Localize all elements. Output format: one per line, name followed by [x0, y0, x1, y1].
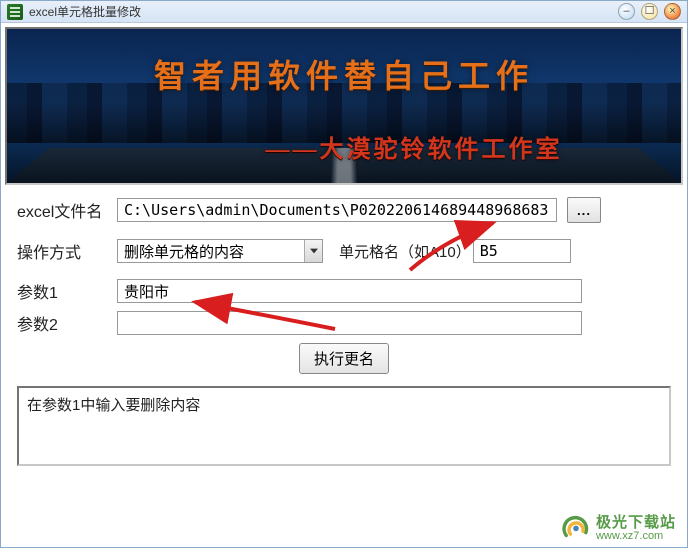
row-execute: 执行更名 [17, 343, 671, 374]
row-mode: 操作方式 删除单元格的内容 单元格名（如A10） [17, 239, 671, 263]
mode-combobox[interactable]: 删除单元格的内容 [117, 239, 323, 263]
titlebar: excel单元格批量修改 – ☐ × [1, 1, 687, 23]
row-param2: 参数2 [17, 311, 671, 335]
hint-text: 在参数1中输入要删除内容 [27, 397, 200, 414]
content-area: 智者用软件替自己工作 ——大漠驼铃软件工作室 excel文件名 ... 操作方式… [1, 23, 687, 547]
aurora-logo-icon [562, 513, 590, 541]
mode-label: 操作方式 [17, 239, 107, 263]
app-window: excel单元格批量修改 – ☐ × 智者用软件替自己工作 ——大漠驼铃软件工作… [0, 0, 688, 548]
watermark-text-block: 极光下载站 www.xz7.com [596, 511, 676, 542]
row-param1: 参数1 [17, 279, 671, 303]
minimize-button[interactable]: – [618, 3, 635, 20]
window-controls: – ☐ × [618, 3, 681, 20]
banner: 智者用软件替自己工作 ——大漠驼铃软件工作室 [5, 27, 683, 185]
close-button[interactable]: × [664, 3, 681, 20]
browse-button[interactable]: ... [567, 197, 601, 223]
watermark-name: 极光下载站 [596, 514, 676, 531]
watermark-url: www.xz7.com [596, 530, 676, 542]
param1-label: 参数1 [17, 279, 107, 303]
param-group: 参数1 参数2 [17, 279, 671, 335]
form-area: excel文件名 ... 操作方式 删除单元格的内容 单元格名（如A10） 参数… [5, 185, 683, 543]
file-label: excel文件名 [17, 198, 107, 222]
param2-input[interactable] [117, 311, 582, 335]
row-file: excel文件名 ... [17, 197, 671, 223]
file-input[interactable] [117, 198, 557, 222]
app-icon [7, 4, 23, 20]
param1-input[interactable] [117, 279, 582, 303]
hint-textarea[interactable]: 在参数1中输入要删除内容 [17, 386, 671, 466]
watermark: 极光下载站 www.xz7.com [562, 511, 676, 542]
param2-label: 参数2 [17, 311, 107, 335]
banner-studio: ——大漠驼铃软件工作室 [7, 129, 681, 164]
maximize-button[interactable]: ☐ [641, 3, 658, 20]
window-title: excel单元格批量修改 [29, 3, 141, 20]
mode-value: 删除单元格的内容 [124, 241, 244, 262]
cellname-label: 单元格名（如A10） [339, 241, 471, 262]
cellname-input[interactable] [473, 239, 571, 263]
execute-button[interactable]: 执行更名 [299, 343, 389, 374]
chevron-down-icon [304, 240, 322, 262]
banner-slogan: 智者用软件替自己工作 [7, 51, 681, 97]
